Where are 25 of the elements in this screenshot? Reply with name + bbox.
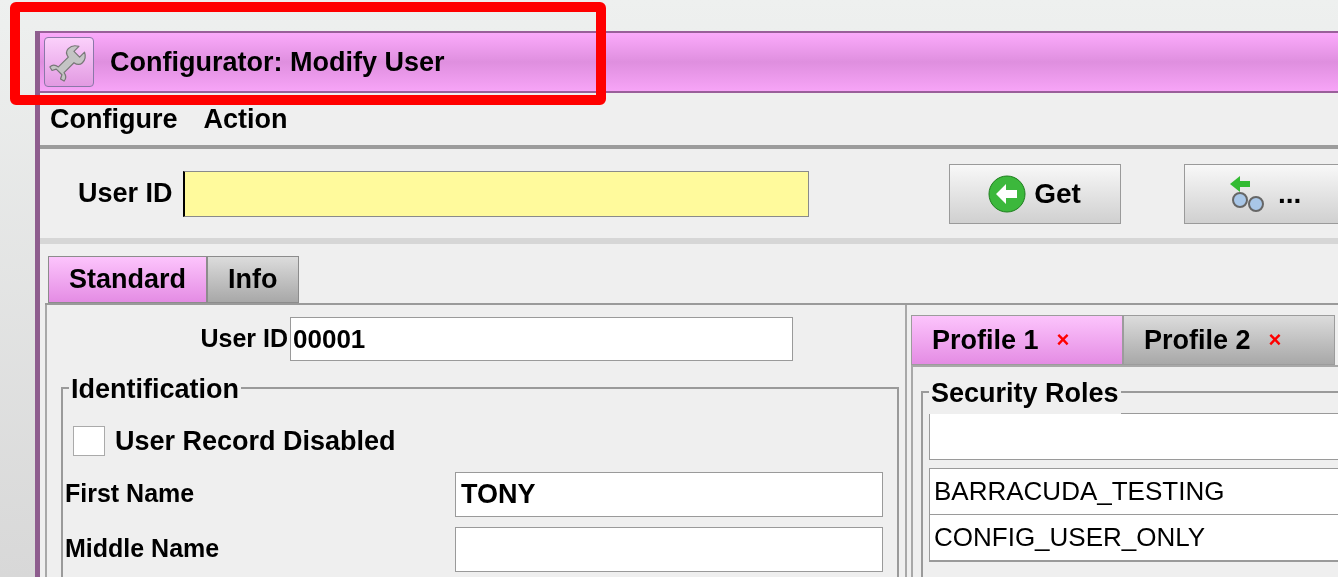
wrench-icon bbox=[44, 37, 94, 87]
list-item[interactable]: BARRACUDA_TESTING bbox=[930, 469, 1338, 515]
text-field[interactable]: TONY bbox=[455, 471, 883, 517]
filter-field[interactable] bbox=[929, 413, 1338, 460]
window-title: Configurator: Modify User bbox=[110, 45, 445, 79]
tab-label: Profile 1 bbox=[932, 323, 1039, 357]
get-button[interactable]: Get bbox=[948, 163, 1121, 224]
user-id-input[interactable] bbox=[182, 170, 809, 217]
list-item[interactable]: CONFIG_USER_ONLY bbox=[930, 515, 1338, 561]
field-label: User ID bbox=[199, 323, 288, 355]
field-label: First Name bbox=[65, 478, 196, 510]
checkbox-label: User Record Disabled bbox=[115, 425, 396, 458]
tab[interactable]: Info bbox=[207, 256, 299, 303]
menu-item[interactable]: Action bbox=[203, 98, 288, 140]
profile-tab[interactable]: Profile 2 × bbox=[1123, 315, 1335, 365]
text-field[interactable] bbox=[455, 526, 883, 572]
checkbox[interactable] bbox=[73, 426, 105, 457]
tab-label: Profile 2 bbox=[1144, 323, 1251, 357]
tab[interactable]: Standard bbox=[48, 256, 208, 303]
profile-tab[interactable]: Profile 1 × bbox=[911, 315, 1123, 365]
user-id-field[interactable]: 00001 bbox=[290, 317, 793, 361]
field-label: User ID bbox=[78, 177, 173, 211]
browse-button[interactable]: ... bbox=[1183, 163, 1338, 224]
field-label: Middle Name bbox=[65, 533, 221, 565]
menu-item[interactable]: Configure bbox=[50, 98, 178, 140]
